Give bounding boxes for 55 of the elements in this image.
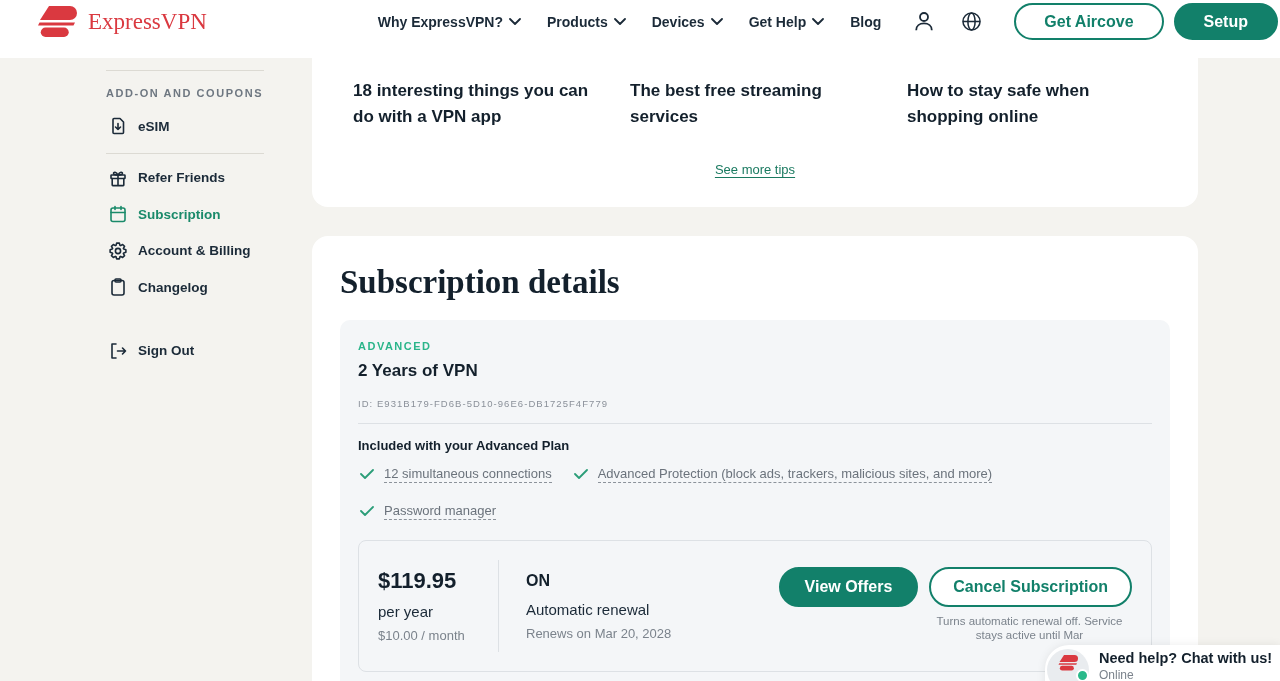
subscription-id: ID: E931B179-FD6B-5D10-96E6-DB1725F4F779 bbox=[358, 398, 609, 410]
billing-period: per year bbox=[378, 602, 434, 622]
brand-wordmark[interactable]: ExpressVPN bbox=[88, 7, 207, 36]
nav-link[interactable]: Blog bbox=[850, 12, 882, 31]
clipboard-icon bbox=[109, 278, 127, 297]
nav-menu-button[interactable]: Why ExpressVPN? bbox=[377, 12, 521, 31]
included-heading: Included with your Advanced Plan bbox=[358, 438, 570, 454]
see-more-link[interactable]: See more tips bbox=[714, 162, 796, 178]
section-heading: ADD-ON AND COUPONS bbox=[106, 86, 264, 100]
nav-menu-button[interactable]: Products bbox=[547, 12, 626, 31]
plan-name: 2 Years of VPN bbox=[358, 360, 478, 382]
sim-card-icon bbox=[109, 117, 127, 136]
globe-icon[interactable] bbox=[962, 12, 982, 31]
chevron-down-icon bbox=[613, 18, 626, 25]
nav-menu-button[interactable]: Devices bbox=[651, 12, 723, 31]
sidebar-item[interactable]: Subscription bbox=[106, 196, 264, 233]
chat-title[interactable]: Need help? Chat with us! bbox=[1099, 649, 1273, 667]
sign-out-icon bbox=[109, 341, 127, 360]
settings-icon bbox=[109, 241, 127, 260]
feature-label: Advanced Protection (block ads, trackers, malicious sites, and more) bbox=[597, 465, 993, 483]
feature-label: 12 simultaneous connections bbox=[384, 465, 552, 483]
primary-button[interactable]: View Offers bbox=[778, 567, 919, 607]
sidebar-item[interactable]: eSIM bbox=[106, 108, 264, 145]
chat-logo-icon[interactable] bbox=[1047, 649, 1089, 681]
sidebar-item[interactable]: Refer Friends bbox=[106, 159, 264, 196]
sidebar-item[interactable]: Account & Billing bbox=[106, 232, 264, 269]
outline-button[interactable]: Cancel Subscription bbox=[929, 567, 1132, 607]
feature-label: Password manager bbox=[384, 502, 496, 520]
price: $119.95 bbox=[378, 568, 457, 594]
check-icon bbox=[360, 506, 374, 516]
article-link[interactable]: 18 interesting things you can do with a VPN app bbox=[353, 78, 605, 130]
plan-tier-label: ADVANCED bbox=[358, 339, 432, 353]
check-icon bbox=[573, 469, 588, 479]
article-link[interactable]: The best free streaming services bbox=[630, 78, 882, 130]
renewal-label: Automatic renewal bbox=[526, 600, 650, 620]
renewal-status: ON bbox=[526, 571, 550, 591]
chevron-down-icon bbox=[710, 18, 723, 25]
renewal-date: Renews on Mar 20, 2028 bbox=[526, 626, 672, 642]
article-link[interactable]: How to stay safe when shopping online bbox=[907, 78, 1159, 130]
sidebar-item[interactable]: Sign Out bbox=[106, 332, 264, 369]
gift-icon bbox=[109, 168, 127, 187]
sidebar-item[interactable]: Changelog bbox=[106, 269, 264, 306]
outline-button[interactable]: Get Aircove bbox=[1014, 3, 1164, 40]
check-icon bbox=[360, 469, 374, 479]
section-title: Subscription details bbox=[340, 264, 620, 300]
chevron-down-icon bbox=[812, 18, 825, 25]
logo-icon bbox=[37, 6, 77, 37]
cancel-note: Turns automatic renewal off. Service stays active until Mar bbox=[935, 614, 1124, 642]
primary-button[interactable]: Setup bbox=[1173, 3, 1278, 40]
monthly-price: $10.00 / month bbox=[378, 628, 465, 644]
chat-status: Online bbox=[1099, 667, 1135, 681]
chevron-down-icon bbox=[509, 18, 521, 25]
nav-menu-button[interactable]: Get Help bbox=[748, 12, 825, 31]
user-icon[interactable] bbox=[915, 12, 934, 31]
calendar-icon bbox=[109, 205, 127, 224]
